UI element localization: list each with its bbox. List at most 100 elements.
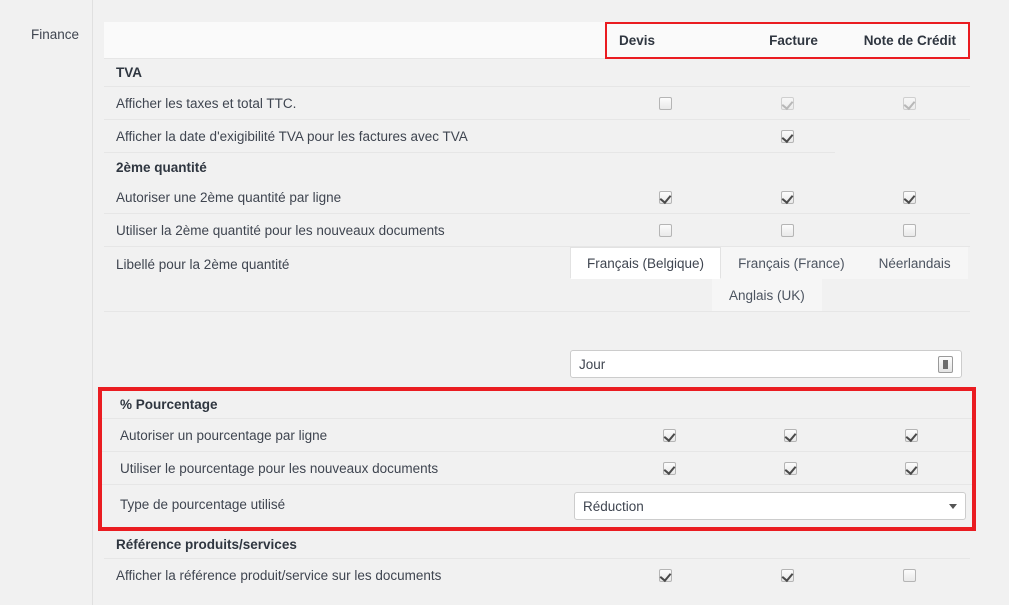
label-input-value: Jour bbox=[579, 356, 606, 372]
checkbox-note-credit[interactable] bbox=[905, 461, 918, 475]
table-row: Autoriser une 2ème quantité par ligne bbox=[104, 181, 970, 214]
checkbox-devis[interactable] bbox=[659, 96, 673, 110]
percentage-type-select[interactable]: Réduction bbox=[574, 492, 966, 520]
language-tabs: Français (Belgique) Français (France) Né… bbox=[570, 247, 970, 311]
cell-note-credit bbox=[848, 559, 970, 592]
row-label: Libellé pour la 2ème quantité bbox=[116, 257, 290, 272]
column-header-facture: Facture bbox=[769, 33, 818, 48]
cell-devis bbox=[609, 452, 730, 484]
checkbox-note-credit[interactable] bbox=[902, 223, 916, 237]
row-cells bbox=[605, 214, 970, 246]
row-cells bbox=[605, 153, 970, 181]
settings-rows: TVA Afficher les taxes et total TTC. Aff… bbox=[98, 59, 976, 592]
checkbox-devis[interactable] bbox=[659, 569, 673, 582]
label-translation-block: Libellé pour la 2ème quantité Français (… bbox=[104, 247, 970, 341]
section-header-pourcentage: % Pourcentage bbox=[102, 391, 972, 419]
cell-note-credit bbox=[848, 181, 970, 213]
table-header-columns-highlight: Devis Facture Note de Crédit bbox=[605, 22, 970, 59]
checkbox-facture[interactable] bbox=[784, 461, 797, 475]
section-header-tva: TVA bbox=[104, 59, 970, 87]
row-label: Utiliser le pourcentage pour les nouveau… bbox=[120, 460, 439, 476]
row-cells bbox=[605, 181, 970, 213]
checkbox-facture[interactable] bbox=[781, 569, 794, 582]
section-header-reference: Référence produits/services bbox=[104, 531, 970, 559]
table-row: Utiliser le pourcentage pour les nouveau… bbox=[102, 452, 972, 485]
table-row: Afficher la référence produit/service su… bbox=[104, 559, 970, 592]
row-label: Afficher la référence produit/service su… bbox=[116, 568, 442, 583]
section-nav-label-finance: Finance bbox=[30, 27, 79, 42]
cell-devis bbox=[605, 120, 727, 153]
checkbox-note-credit[interactable] bbox=[902, 569, 916, 582]
cell-facture bbox=[727, 87, 849, 119]
cell-facture bbox=[727, 214, 849, 246]
chevron-down-icon bbox=[949, 503, 957, 509]
settings-panel: Devis Facture Note de Crédit TVA Affiche… bbox=[98, 0, 976, 605]
section-title: 2ème quantité bbox=[116, 159, 207, 175]
tab-neerlandais[interactable]: Néerlandais bbox=[861, 247, 968, 279]
checkbox-note-credit[interactable] bbox=[902, 190, 916, 204]
section-title: TVA bbox=[116, 65, 142, 80]
checkbox-devis[interactable] bbox=[663, 461, 676, 475]
checkbox-facture[interactable] bbox=[781, 190, 794, 204]
row-cells bbox=[609, 452, 972, 484]
section-header-2eme-quantite: 2ème quantité bbox=[104, 153, 970, 181]
cell-facture bbox=[730, 419, 851, 451]
row-cells bbox=[605, 59, 970, 86]
row-cells bbox=[605, 120, 970, 153]
table-row: Afficher les taxes et total TTC. bbox=[104, 87, 970, 120]
cell-note-credit bbox=[851, 419, 972, 451]
cell-facture bbox=[727, 559, 849, 592]
row-cells bbox=[609, 391, 972, 418]
cell-devis bbox=[605, 87, 727, 119]
column-header-note-de-credit: Note de Crédit bbox=[863, 33, 956, 48]
row-cells bbox=[605, 87, 970, 119]
row-label: Type de pourcentage utilisé bbox=[120, 497, 286, 512]
percentage-type-value: Réduction bbox=[583, 498, 644, 514]
percentage-type-row: Type de pourcentage utilisé Réduction bbox=[102, 485, 972, 527]
cell-note-credit bbox=[848, 87, 970, 119]
cell-devis bbox=[605, 214, 727, 246]
left-rail: Finance bbox=[0, 0, 93, 605]
row-label: Afficher la date d'exigibilité TVA pour … bbox=[116, 129, 468, 144]
row-label: Afficher les taxes et total TTC. bbox=[116, 95, 297, 111]
cell-devis bbox=[609, 419, 730, 451]
tab-anglais-uk[interactable]: Anglais (UK) bbox=[712, 279, 822, 311]
table-row: Afficher la date d'exigibilité TVA pour … bbox=[104, 120, 970, 153]
label-text-input[interactable]: Jour bbox=[570, 350, 962, 378]
checkbox-facture[interactable] bbox=[781, 223, 794, 237]
table-row: Autoriser un pourcentage par ligne bbox=[102, 419, 972, 452]
checkbox-devis[interactable] bbox=[659, 223, 673, 237]
row-label: Autoriser une 2ème quantité par ligne bbox=[116, 189, 342, 205]
checkbox-devis[interactable] bbox=[659, 190, 673, 204]
cell-facture bbox=[730, 452, 851, 484]
percentage-section-highlight: % Pourcentage Autoriser un pourcentage p… bbox=[98, 387, 976, 531]
row-label: Autoriser un pourcentage par ligne bbox=[120, 427, 328, 443]
cell-facture bbox=[727, 120, 849, 153]
checkbox-facture[interactable] bbox=[781, 96, 794, 110]
section-title: Référence produits/services bbox=[116, 537, 297, 552]
tab-francais-france[interactable]: Français (France) bbox=[721, 247, 862, 279]
translate-icon[interactable] bbox=[938, 355, 953, 373]
label-input-row: Jour bbox=[104, 341, 970, 387]
tab-francais-belgique[interactable]: Français (Belgique) bbox=[570, 247, 722, 279]
cell-note-credit bbox=[851, 452, 972, 484]
row-cells bbox=[609, 419, 972, 451]
checkbox-note-credit[interactable] bbox=[905, 428, 918, 442]
checkbox-note-credit[interactable] bbox=[902, 96, 916, 110]
checkbox-devis[interactable] bbox=[663, 428, 676, 442]
row-cells bbox=[605, 559, 970, 592]
settings-page: Finance Devis Facture Note de Crédit TVA… bbox=[0, 0, 1009, 605]
row-label: Utiliser la 2ème quantité pour les nouve… bbox=[116, 222, 445, 238]
section-title: % Pourcentage bbox=[120, 397, 218, 412]
percentage-section: % Pourcentage Autoriser un pourcentage p… bbox=[102, 391, 972, 527]
table-row: Utiliser la 2ème quantité pour les nouve… bbox=[104, 214, 970, 247]
cell-note-credit bbox=[848, 214, 970, 246]
cell-note-credit bbox=[848, 120, 970, 153]
tabs-divider bbox=[104, 311, 970, 312]
checkbox-facture[interactable] bbox=[781, 130, 794, 143]
row-cells bbox=[605, 531, 970, 558]
column-header-devis: Devis bbox=[619, 33, 656, 48]
cell-devis bbox=[605, 559, 727, 592]
cell-facture bbox=[727, 181, 849, 213]
checkbox-facture[interactable] bbox=[784, 428, 797, 442]
